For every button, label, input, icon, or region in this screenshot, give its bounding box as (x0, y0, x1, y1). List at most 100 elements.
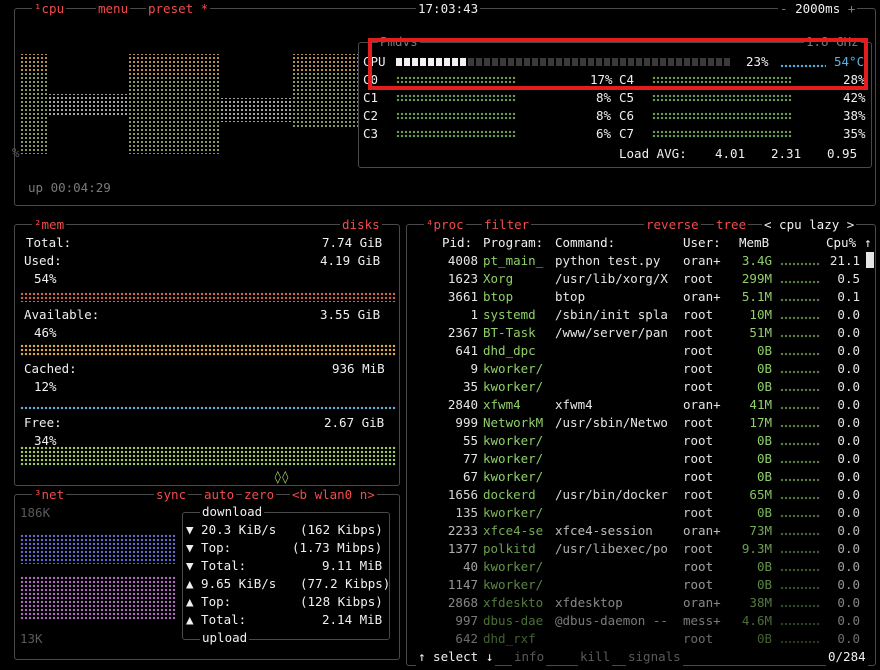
net-down-total-label: ▼ Total: (186, 558, 247, 573)
table-row[interactable] (410, 450, 862, 468)
net-up-top: (128 Kibps) (300, 594, 383, 609)
table-row[interactable] (410, 306, 862, 324)
mem-total-value: 7.74 GiB (322, 235, 383, 250)
table-row[interactable] (410, 342, 862, 360)
net-interface-selector[interactable]: <b wlan0 n> (290, 486, 377, 504)
mem-available-label: Available: (22, 306, 102, 324)
table-row[interactable] (410, 630, 862, 648)
core-7-pct: 35% (843, 126, 866, 141)
cpu-tab[interactable]: ¹cpu (32, 0, 67, 18)
net-scale-bottom: 13K (20, 631, 43, 646)
net-sync-toggle[interactable]: sync (154, 486, 189, 504)
interval-increase[interactable]: + (848, 1, 856, 16)
mem-used-value: 4.19 GiB (318, 252, 383, 270)
core-2-label: C2 (363, 108, 379, 123)
table-row[interactable] (410, 540, 862, 558)
core-2-graph (396, 112, 516, 120)
mem-available-value: 3.55 GiB (318, 306, 383, 324)
mem-cached-graph (20, 406, 396, 410)
core-1-label: C1 (363, 90, 379, 105)
net-scale-top: 186K (20, 505, 51, 520)
net-up-total-label: ▲ Total: (186, 612, 247, 627)
table-row[interactable] (410, 612, 862, 630)
core-6-label: C6 (619, 108, 635, 123)
table-row[interactable] (410, 594, 862, 612)
mem-used-pct: 54% (34, 271, 57, 286)
net-up-rate: ▲ 9.65 KiB/s (186, 576, 277, 591)
table-row[interactable] (410, 576, 862, 594)
interval-decrease[interactable]: - (780, 1, 788, 16)
table-row[interactable] (410, 468, 862, 486)
proc-reverse[interactable]: reverse (644, 216, 701, 234)
core-3-graph (396, 130, 516, 138)
core-2-pct: 8% (596, 108, 612, 123)
proc-tag[interactable]: ⁴proc (424, 216, 466, 234)
col-user[interactable]: User: (683, 234, 721, 252)
proc-select-control[interactable]: ↑ select ↓ (416, 648, 496, 666)
table-row[interactable] (410, 486, 862, 504)
preset-label: preset * (148, 1, 209, 16)
interval-value: 2000ms (795, 1, 841, 16)
table-row[interactable] (410, 558, 862, 576)
preset-button[interactable]: preset * (146, 0, 211, 18)
table-row[interactable] (410, 432, 862, 450)
core-1-graph (396, 94, 516, 102)
net-upload-graph (20, 576, 176, 620)
table-row[interactable] (410, 252, 862, 270)
net-down-top-label: ▼ Top: (186, 540, 232, 555)
mem-tag[interactable]: ²mem (32, 216, 67, 234)
core-5-graph (652, 94, 792, 102)
interval-control[interactable]: - 2000ms + (778, 0, 858, 18)
menu-label: menu (98, 1, 129, 16)
proc-kill-button[interactable]: kill (578, 648, 613, 666)
net-download-label: download (200, 503, 265, 521)
mem-used-label: Used: (22, 252, 64, 270)
net-down-rate: ▼ 20.3 KiB/s (186, 522, 277, 537)
table-row[interactable] (410, 288, 862, 306)
net-down-top: (1.73 Mibps) (292, 540, 383, 555)
net-down-rate-bits: (162 Kibps) (300, 522, 383, 537)
col-program[interactable]: Program: (483, 234, 543, 252)
proc-filter[interactable]: filter (482, 216, 532, 234)
table-row[interactable] (410, 504, 862, 522)
col-cpu[interactable]: Cpu% (826, 234, 856, 252)
core-1-pct: 8% (596, 90, 612, 105)
table-row[interactable] (410, 270, 862, 288)
sort-arrow-icon: ↑ (864, 235, 872, 250)
proc-signals-button[interactable]: signals (626, 648, 683, 666)
core-6-pct: 38% (843, 108, 866, 123)
proc-tree[interactable]: tree (714, 216, 749, 234)
net-auto-toggle[interactable]: auto (202, 486, 237, 504)
mem-available-pct: 46% (34, 325, 57, 340)
core-3-label: C3 (363, 126, 379, 141)
col-memb[interactable]: MemB (739, 234, 769, 252)
proc-info-button[interactable]: info (512, 648, 547, 666)
proc-count: 0/284 (826, 648, 868, 666)
table-row[interactable] (410, 414, 862, 432)
table-row[interactable] (410, 396, 862, 414)
col-pid[interactable]: Pid: (442, 234, 472, 252)
table-row[interactable] (410, 378, 862, 396)
table-row[interactable] (410, 522, 862, 540)
proc-sort-selector[interactable]: < cpu lazy > (762, 216, 857, 234)
table-row[interactable] (410, 324, 862, 342)
disks-toggle[interactable]: disks (340, 216, 382, 234)
core-7-label: C7 (619, 126, 635, 141)
cpu-history-graph (20, 54, 360, 154)
clock: 17:03:43 (416, 0, 481, 18)
net-tag[interactable]: ³net (32, 486, 67, 504)
mem-free-label: Free: (22, 414, 64, 432)
menu-button[interactable]: menu (96, 0, 131, 18)
scrollbar-thumb[interactable] (866, 252, 874, 268)
highlight-box (368, 38, 868, 90)
net-zero-toggle[interactable]: zero (242, 486, 277, 504)
net-up-rate-bits: (77.2 Kibps) (300, 576, 391, 591)
mem-free-value: 2.67 GiB (322, 414, 387, 432)
core-3-pct: 6% (596, 126, 612, 141)
mem-used-graph (20, 292, 396, 302)
col-command[interactable]: Command: (555, 234, 615, 252)
graph-pct-marker: % (12, 145, 20, 160)
table-row[interactable] (410, 360, 862, 378)
mem-resize-handle[interactable]: ◊◊ (274, 468, 289, 486)
net-up-total: 2.14 MiB (322, 612, 383, 627)
